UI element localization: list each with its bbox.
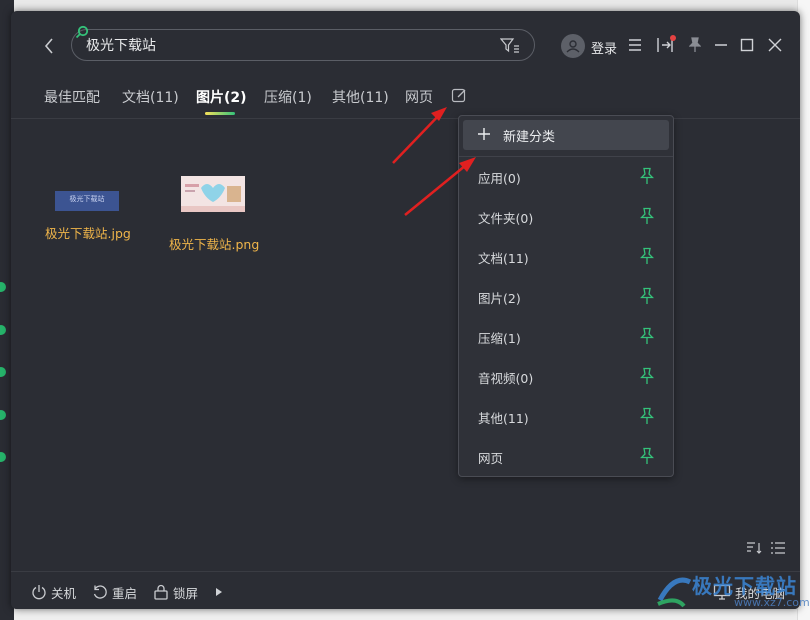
file-name: 极光下载站.png — [169, 237, 260, 252]
pin-icon[interactable] — [639, 367, 655, 385]
search-icon — [75, 25, 89, 39]
pin-icon[interactable] — [639, 407, 655, 425]
tab-images[interactable]: 图片(2) — [196, 87, 247, 107]
watermark-url: www.xz7.com — [734, 596, 810, 609]
pin-icon[interactable] — [639, 447, 655, 465]
login-link[interactable]: 登录 — [591, 38, 617, 57]
power-icon — [32, 585, 46, 600]
menu-item-other[interactable]: 其他(11) — [459, 397, 673, 437]
restart-label: 重启 — [112, 585, 138, 601]
menu-item-archives[interactable]: 压缩(1) — [459, 317, 673, 357]
menu-icon[interactable] — [625, 35, 645, 55]
search-input[interactable] — [86, 30, 486, 60]
file-thumbnail — [181, 176, 245, 212]
restart-icon — [93, 585, 107, 599]
search-box[interactable] — [71, 29, 535, 61]
menu-item-label: 音视频(0) — [478, 371, 534, 386]
menu-item-media[interactable]: 音视频(0) — [459, 357, 673, 397]
menu-item-label: 应用(0) — [478, 171, 521, 186]
sort-icon[interactable] — [746, 541, 762, 555]
menu-item-label: 文件夹(0) — [478, 211, 534, 226]
menu-item-label: 文档(11) — [478, 251, 529, 266]
lock-label: 锁屏 — [173, 585, 199, 601]
active-tab-indicator — [205, 112, 235, 115]
watermark: 极光下载站 www.xz7.com — [648, 570, 810, 620]
tab-best-match[interactable]: 最佳匹配 — [44, 87, 100, 107]
watermark-logo-icon — [657, 577, 692, 608]
file-name: 极光下载站.jpg — [45, 226, 131, 241]
restart-button[interactable]: 重启 — [92, 582, 137, 602]
menu-item-apps[interactable]: 应用(0) — [459, 157, 673, 197]
search-window: 登录 最佳匹配 文档(11) 图片(2) 压缩(1) 其他(11) 网页 极光下… — [11, 11, 800, 609]
menu-item-web[interactable]: 网页 — [459, 437, 673, 477]
pin-icon[interactable] — [639, 207, 655, 225]
maximize-icon[interactable] — [737, 35, 757, 55]
annotation-arrows — [392, 107, 476, 216]
menu-item-folders[interactable]: 文件夹(0) — [459, 197, 673, 237]
tab-documents[interactable]: 文档(11) — [122, 87, 179, 107]
category-dropdown: 新建分类 应用(0) 文件夹(0) 文档(11) 图片(2) 压缩(1) 音视频… — [458, 115, 674, 477]
list-view-icon[interactable] — [770, 541, 786, 555]
watermark-title: 极光下载站 — [692, 574, 797, 598]
new-category-button[interactable]: 新建分类 — [463, 120, 669, 150]
pin-icon[interactable] — [639, 287, 655, 305]
menu-item-label: 其他(11) — [478, 411, 529, 426]
shutdown-label: 关机 — [51, 585, 77, 601]
pin-icon[interactable] — [639, 167, 655, 185]
user-avatar[interactable] — [561, 34, 585, 58]
filter-icon[interactable] — [499, 35, 521, 55]
lock-icon — [154, 584, 168, 600]
menu-item-label: 图片(2) — [478, 291, 521, 306]
close-icon[interactable] — [765, 35, 785, 55]
minimize-icon[interactable] — [711, 35, 731, 55]
menu-item-documents[interactable]: 文档(11) — [459, 237, 673, 277]
menu-item-label: 网页 — [478, 451, 504, 466]
tab-archives[interactable]: 压缩(1) — [264, 87, 312, 107]
lock-screen-button[interactable]: 锁屏 — [153, 582, 198, 602]
more-arrow-icon[interactable] — [214, 582, 228, 602]
menu-item-images[interactable]: 图片(2) — [459, 277, 673, 317]
notification-dot — [670, 35, 676, 41]
back-arrow-icon[interactable] — [39, 33, 59, 59]
pin-icon[interactable] — [639, 247, 655, 265]
file-thumbnail: 极光下载站 — [55, 191, 119, 211]
pin-icon[interactable] — [685, 35, 705, 55]
shutdown-button[interactable]: 关机 — [31, 582, 76, 602]
new-category-label: 新建分类 — [503, 130, 556, 145]
menu-item-label: 压缩(1) — [478, 331, 521, 346]
pin-icon[interactable] — [639, 327, 655, 345]
